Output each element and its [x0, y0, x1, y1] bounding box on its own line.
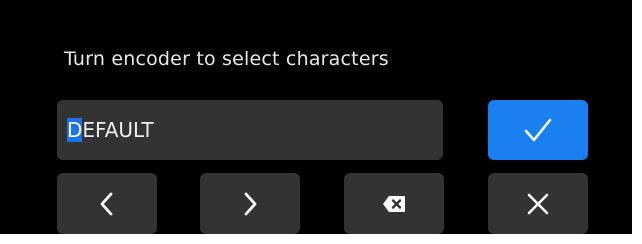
instruction-text: Turn encoder to select characters [64, 48, 389, 70]
cursor-right-button[interactable] [200, 173, 300, 234]
backspace-icon [382, 195, 406, 213]
chevron-left-icon [99, 191, 115, 217]
field-text: EFAULT [82, 118, 154, 142]
cursor-left-button[interactable] [57, 173, 157, 234]
name-entry-screen: Turn encoder to select characters D EFAUL… [0, 0, 632, 234]
close-icon [526, 192, 550, 216]
chevron-right-icon [242, 191, 258, 217]
cursor-character: D [67, 118, 83, 142]
check-icon [523, 117, 553, 143]
cancel-button[interactable] [488, 173, 588, 234]
name-input-field[interactable]: D EFAULT [57, 100, 443, 160]
backspace-button[interactable] [344, 173, 444, 234]
confirm-button[interactable] [488, 100, 588, 160]
